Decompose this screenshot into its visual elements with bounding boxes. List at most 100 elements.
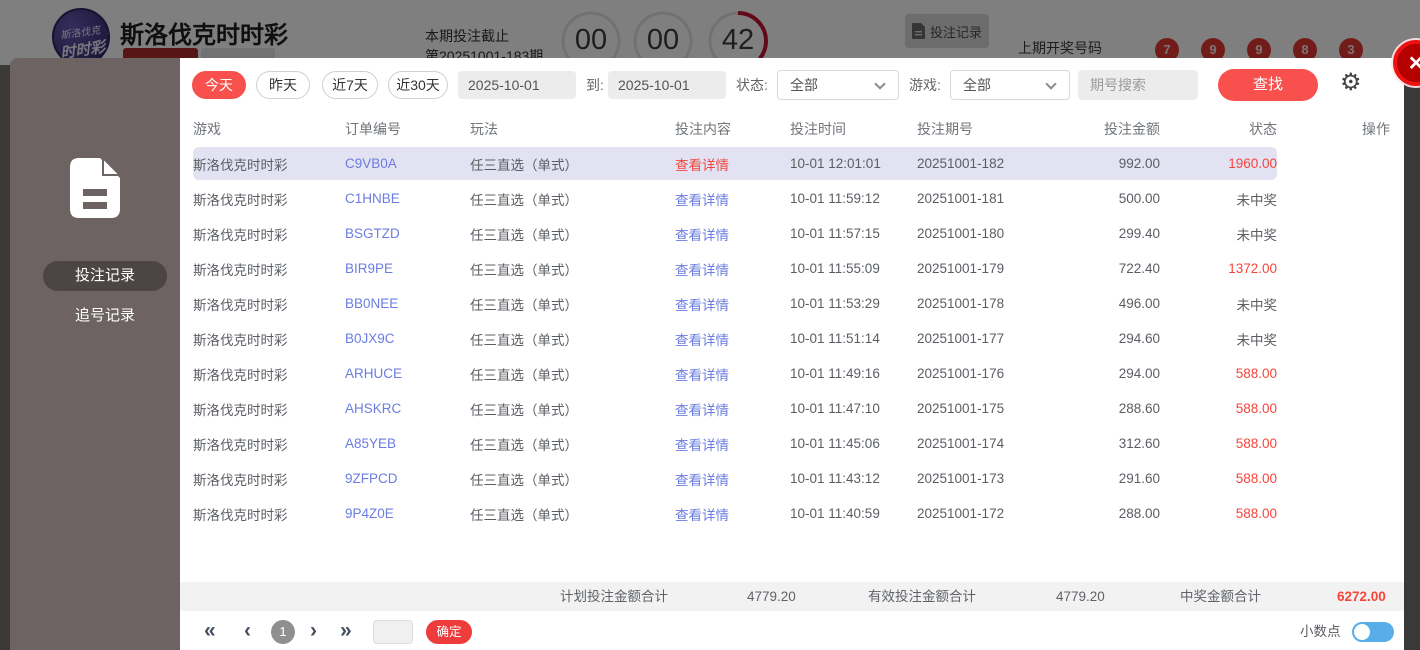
time-cell: 10-01 11:53:29 [790, 296, 880, 311]
status-select[interactable]: 全部 [777, 70, 899, 100]
column-header: 订单编号 [345, 121, 401, 137]
filter-today-button[interactable]: 今天 [192, 71, 246, 99]
gear-icon[interactable]: ⚙ [1340, 68, 1362, 97]
date-to-input[interactable] [608, 71, 726, 99]
play-cell: 任三直选（单式） [470, 367, 578, 383]
play-cell: 任三直选（单式） [470, 507, 578, 523]
order-link[interactable]: C9VB0A [345, 156, 470, 171]
status-cell: 未中奖 [1236, 332, 1278, 348]
detail-link[interactable]: 查看详情 [675, 329, 790, 349]
order-link[interactable]: B0JX9C [345, 331, 470, 346]
table-row[interactable]: 斯洛伐克时时彩 BIR9PE 任三直选（单式） 查看详情 10-01 11:55:09 2… [193, 251, 1390, 286]
amount-cell: 312.60 [1118, 436, 1160, 451]
toggle-knob [1354, 624, 1370, 640]
period-search-input[interactable] [1078, 70, 1198, 100]
first-page-button[interactable]: « [204, 616, 216, 648]
screen: 斯洛伐克 时时彩 斯洛伐克时时彩 本期投注截止 第20251001-183期 0… [0, 0, 1420, 650]
amount-cell: 722.40 [1118, 261, 1160, 276]
order-link[interactable]: A85YEB [345, 436, 470, 451]
table-row[interactable]: 斯洛伐克时时彩 C1HNBE 任三直选（单式） 查看详情 10-01 11:59:12 2… [193, 181, 1390, 216]
detail-link[interactable]: 查看详情 [675, 399, 790, 419]
period-cell: 20251001-174 [917, 436, 1005, 451]
order-link[interactable]: 9P4Z0E [345, 506, 470, 521]
time-cell: 10-01 11:40:59 [790, 506, 880, 521]
table-row[interactable]: 斯洛伐克时时彩 ARHUCE 任三直选（单式） 查看详情 10-01 11:49:16 2… [193, 356, 1390, 391]
amount-cell: 294.00 [1118, 366, 1160, 381]
order-link[interactable]: BSGTZD [345, 226, 470, 241]
status-cell: 588.00 [1235, 401, 1277, 416]
last-page-button[interactable]: » [340, 616, 352, 648]
period-cell: 20251001-173 [917, 471, 1005, 486]
current-page-indicator[interactable]: 1 [271, 620, 295, 644]
detail-link[interactable]: 查看详情 [675, 294, 790, 314]
detail-link[interactable]: 查看详情 [675, 469, 790, 489]
filter-last7days-button[interactable]: 近7天 [322, 71, 378, 99]
detail-link[interactable]: 查看详情 [675, 259, 790, 279]
table-row[interactable]: 斯洛伐克时时彩 B0JX9C 任三直选（单式） 查看详情 10-01 11:51:14 2… [193, 321, 1390, 356]
status-cell: 未中奖 [1236, 227, 1278, 243]
filter-last30days-button[interactable]: 近30天 [388, 71, 448, 99]
detail-link[interactable]: 查看详情 [675, 154, 790, 174]
detail-link[interactable]: 查看详情 [675, 224, 790, 244]
table-row[interactable]: 斯洛伐克时时彩 AHSKRC 任三直选（单式） 查看详情 10-01 11:47:10 2… [193, 391, 1390, 426]
order-link[interactable]: AHSKRC [345, 401, 470, 416]
period-cell: 20251001-177 [917, 331, 1005, 346]
table-row[interactable]: 斯洛伐克时时彩 C9VB0A 任三直选（单式） 查看详情 10-01 12:01:01 2… [193, 146, 1390, 181]
table-row[interactable]: 斯洛伐克时时彩 A85YEB 任三直选（单式） 查看详情 10-01 11:45:06 2… [193, 426, 1390, 461]
detail-link[interactable]: 查看详情 [675, 364, 790, 384]
detail-link[interactable]: 查看详情 [675, 504, 790, 524]
table-header: 游戏 订单编号 玩法 投注内容 投注时间 投注期号 投注金额 状态 操作 [193, 113, 1390, 145]
order-link[interactable]: ARHUCE [345, 366, 470, 381]
order-link[interactable]: BIR9PE [345, 261, 470, 276]
amount-cell: 496.00 [1118, 296, 1160, 311]
time-cell: 10-01 11:59:12 [790, 191, 880, 206]
time-cell: 10-01 11:45:06 [790, 436, 880, 451]
play-cell: 任三直选（单式） [470, 227, 578, 243]
table-row[interactable]: 斯洛伐克时时彩 BB0NEE 任三直选（单式） 查看详情 10-01 11:53:29 2… [193, 286, 1390, 321]
order-link[interactable]: C1HNBE [345, 191, 470, 206]
table-row[interactable]: 斯洛伐克时时彩 9P4Z0E 任三直选（单式） 查看详情 10-01 11:40:59 2… [193, 496, 1390, 531]
game-cell: 斯洛伐克时时彩 [193, 472, 288, 488]
period-cell: 20251001-181 [917, 191, 1005, 206]
status-cell: 1960.00 [1228, 156, 1277, 171]
table-row[interactable]: 斯洛伐克时时彩 9ZFPCD 任三直选（单式） 查看详情 10-01 11:43:12 2… [193, 461, 1390, 496]
amount-cell: 500.00 [1118, 191, 1160, 206]
planned-total-label: 计划投注金额合计 [560, 589, 668, 604]
table-row[interactable]: 斯洛伐克时时彩 BSGTZD 任三直选（单式） 查看详情 10-01 11:57:15 2… [193, 216, 1390, 251]
play-cell: 任三直选（单式） [470, 297, 578, 313]
play-cell: 任三直选（单式） [470, 402, 578, 418]
play-cell: 任三直选（单式） [470, 437, 578, 453]
game-select-value: 全部 [963, 77, 991, 93]
search-button[interactable]: 查找 [1218, 69, 1318, 101]
summary-bar: 计划投注金额合计 4779.20 有效投注金额合计 4779.20 中奖金额合计… [180, 582, 1404, 611]
decimal-toggle-label: 小数点 [1300, 624, 1341, 639]
filter-yesterday-button[interactable]: 昨天 [256, 71, 310, 99]
page-jump-input[interactable] [373, 620, 413, 644]
period-cell: 20251001-178 [917, 296, 1005, 311]
game-cell: 斯洛伐克时时彩 [193, 437, 288, 453]
chevron-down-icon [1045, 78, 1057, 90]
detail-link[interactable]: 查看详情 [675, 189, 790, 209]
detail-link[interactable]: 查看详情 [675, 434, 790, 454]
amount-cell: 294.60 [1118, 331, 1160, 346]
planned-total-value: 4779.20 [747, 589, 796, 604]
order-link[interactable]: 9ZFPCD [345, 471, 470, 486]
decimal-toggle-switch[interactable] [1352, 622, 1394, 642]
prev-page-button[interactable]: ‹ [244, 616, 251, 648]
time-cell: 10-01 11:51:14 [790, 331, 880, 346]
date-from-input[interactable] [458, 71, 576, 99]
pagination-bar: « ‹ 1 › » 确定 小数点 [180, 616, 1404, 648]
game-cell: 斯洛伐克时时彩 [193, 507, 288, 523]
order-link[interactable]: BB0NEE [345, 296, 470, 311]
next-page-button[interactable]: › [310, 616, 317, 648]
status-cell: 1372.00 [1228, 261, 1277, 276]
sidebar-item-chase-records[interactable]: 追号记录 [43, 301, 167, 331]
game-select[interactable]: 全部 [950, 70, 1070, 100]
sidebar-item-bet-records[interactable]: 投注记录 [43, 261, 167, 291]
status-select-value: 全部 [790, 77, 818, 93]
play-cell: 任三直选（单式） [470, 192, 578, 208]
status-cell: 未中奖 [1236, 192, 1278, 208]
play-cell: 任三直选（单式） [470, 262, 578, 278]
page-jump-confirm-button[interactable]: 确定 [426, 620, 472, 644]
column-header: 状态 [1249, 121, 1277, 137]
